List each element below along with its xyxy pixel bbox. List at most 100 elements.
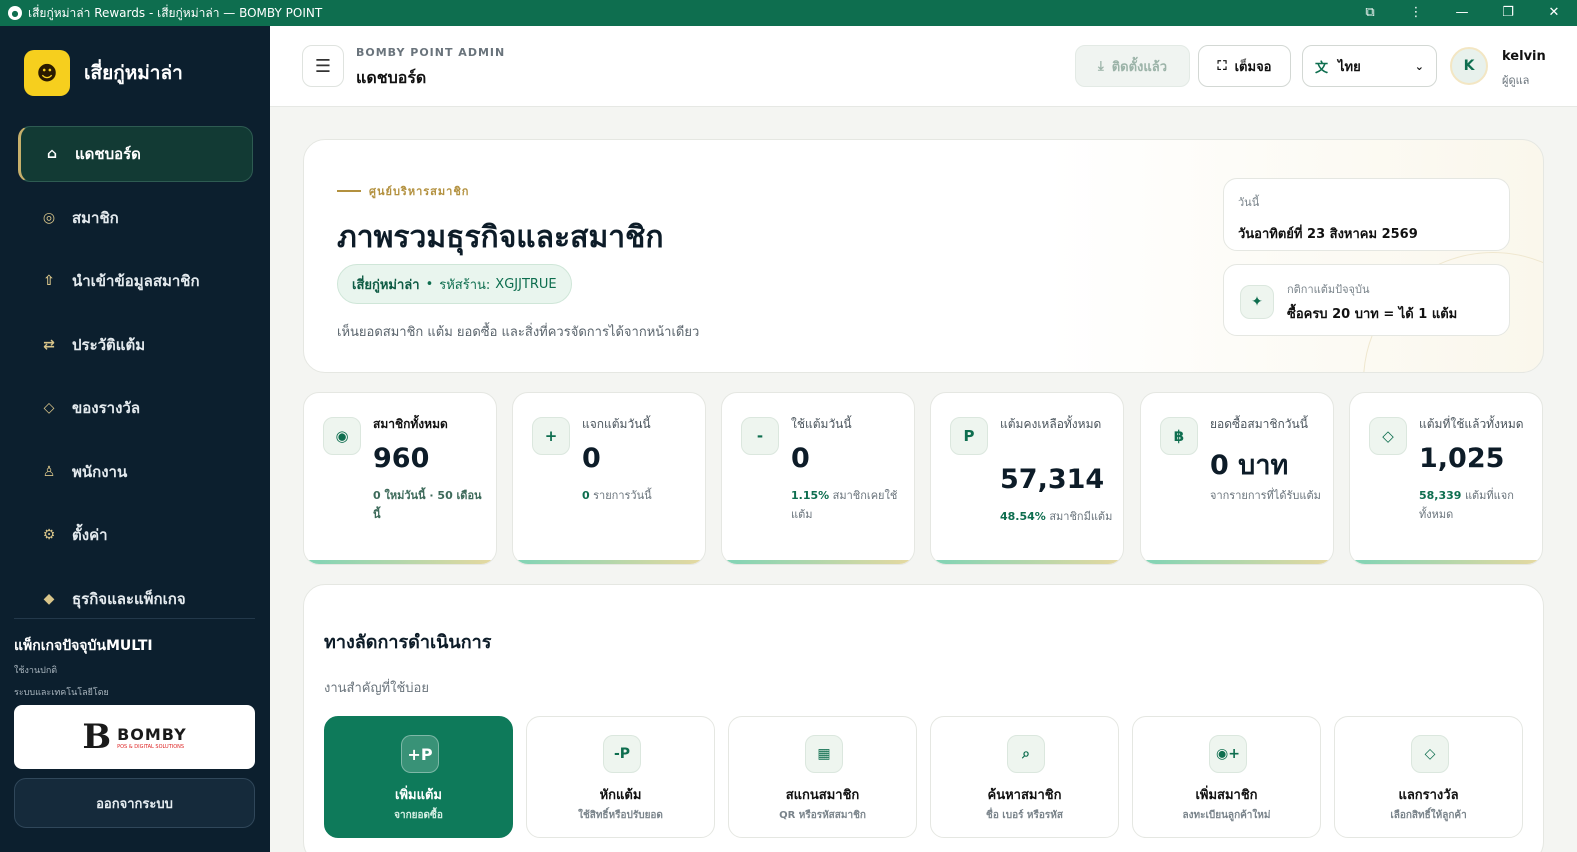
user-role: ผู้ดูแล — [1502, 74, 1530, 87]
fullscreen-button[interactable]: ⛶ เต็มจอ — [1198, 45, 1291, 87]
fullscreen-icon: ⛶ — [1217, 58, 1227, 74]
home-icon: ⌂ — [46, 146, 58, 162]
stat-note-text: รายการวันนี้ — [589, 489, 652, 502]
add-points-button[interactable]: +P เพิ่มแต้ม จากยอดซื้อ — [324, 716, 513, 838]
restore-button[interactable]: ❐ — [1485, 0, 1531, 26]
breadcrumb: BOMBY POINT ADMIN — [356, 46, 506, 59]
close-button[interactable]: ✕ — [1531, 0, 1577, 26]
stat-label: แต้มที่ใช้แล้วทั้งหมด — [1419, 417, 1524, 431]
members-icon: ◎ — [42, 209, 56, 226]
stat-card-points-balance: P แต้มคงเหลือทั้งหมด 57,314 48.54% สมาชิ… — [930, 392, 1124, 565]
tile-label: เพิ่มสมาชิก — [1195, 788, 1258, 803]
exchange-icon: ⇄ — [43, 336, 55, 353]
stat-note-strong: 48.54% — [1000, 510, 1046, 523]
tile-label: ค้นหาสมาชิก — [987, 788, 1062, 803]
page-title: แดชบอร์ด — [356, 68, 427, 87]
tile-label: สแกนสมาชิก — [785, 788, 860, 803]
redeem-reward-button[interactable]: ◇ แลกรางวัล เลือกสิทธิ์ให้ลูกค้า — [1334, 716, 1523, 838]
filled-diamond-icon: ◆ — [43, 590, 55, 607]
partner-name: BOMBY — [117, 724, 187, 744]
points-icon: P — [950, 417, 988, 455]
stat-note: 48.54% สมาชิกมีแต้ม — [1000, 507, 1115, 526]
sidebar-item-points-history[interactable]: ⇄ ประวัติแต้ม — [18, 317, 253, 373]
eyebrow-text: ศูนย์บริหารสมาชิก — [369, 185, 470, 198]
stat-card-purchases-today: ฿ ยอดซื้อสมาชิกวันนี้ 0 บาท จากรายการที่… — [1140, 392, 1334, 565]
tile-sub: ชื่อ เบอร์ หรือรหัส — [986, 810, 1063, 821]
install-button[interactable]: ⤓ ติดตั้งแล้ว — [1075, 45, 1190, 87]
tile-sub: QR หรือรหัสสมาชิก — [779, 810, 866, 821]
deduct-points-button[interactable]: -P หักแต้ม ใช้สิทธิ์หรือปรับยอด — [526, 716, 715, 838]
sidebar-item-staff[interactable]: ♙ พนักงาน — [18, 444, 253, 500]
package-info: แพ็กเกจปัจจุบันMULTI ใช้งานปกติ ระบบและเ… — [14, 618, 255, 769]
shortcuts-panel: ทางลัดการดำเนินการ งานสำคัญที่ใช้บ่อย +P… — [303, 584, 1544, 852]
sidebar-item-label: สมาชิก — [72, 208, 119, 227]
date-label: วันนี้ — [1238, 196, 1260, 209]
sidebar-item-label: นำเข้าข้อมูลสมาชิก — [72, 272, 200, 290]
window-title: เสี่ยกู่หม่าล่า Rewards - เสี่ยกู่หม่าล่… — [28, 5, 323, 20]
tile-sub: เลือกสิทธิ์ให้ลูกค้า — [1390, 810, 1467, 821]
plus-icon: + — [532, 417, 570, 455]
stat-card-points-used-today: - ใช้แต้มวันนี้ 0 1.15% สมาชิกเคยใช้แต้ม — [721, 392, 915, 565]
shortcuts-subtitle: งานสำคัญที่ใช้บ่อย — [324, 681, 429, 696]
stat-label: สมาชิกทั้งหมด — [373, 417, 448, 431]
extensions-icon[interactable]: ⧉ — [1347, 0, 1393, 26]
search-icon: ⌕ — [1007, 735, 1045, 773]
tile-sub: ลงทะเบียนลูกค้าใหม่ — [1182, 810, 1271, 821]
language-value: ไทย — [1338, 59, 1361, 75]
overview-hero: ศูนย์บริหารสมาชิก ภาพรวมธุรกิจและสมาชิก … — [303, 139, 1544, 373]
sidebar-item-label: พนักงาน — [72, 462, 128, 481]
separator: • — [425, 276, 434, 292]
hamburger-icon: ☰ — [314, 55, 332, 77]
logout-button[interactable]: ออกจากระบบ — [14, 778, 255, 828]
sidebar-item-rewards[interactable]: ◇ ของรางวัล — [18, 380, 253, 436]
points-rule-card: ✦ กติกาแต้มปัจจุบัน ซื้อครบ 20 บาท = ได้… — [1223, 264, 1510, 336]
more-options-icon[interactable]: ⋮ — [1393, 0, 1439, 26]
sidebar-item-label: ประวัติแต้ม — [72, 335, 146, 354]
minimize-button[interactable]: — — [1439, 0, 1485, 26]
rule-label: กติกาแต้มปัจจุบัน — [1287, 283, 1370, 296]
brand[interactable]: ☻ เสี่ยกู่หม่าล่า — [24, 50, 183, 96]
stat-note-text: จากรายการที่ได้รับแต้ม — [1210, 489, 1321, 502]
window-controls: ⧉ ⋮ — ❐ ✕ — [1347, 0, 1577, 26]
upload-icon: ⇧ — [43, 273, 55, 289]
search-member-button[interactable]: ⌕ ค้นหาสมาชิก ชื่อ เบอร์ หรือรหัส — [930, 716, 1119, 838]
members-icon: ◉ — [323, 417, 361, 455]
stat-note-text: สมาชิกมีแต้ม — [1045, 510, 1113, 523]
tile-label: หักแต้ม — [599, 788, 642, 803]
sidebar-item-import[interactable]: ⇧ นำเข้าข้อมูลสมาชิก — [18, 253, 253, 309]
stat-value: 57,314 — [1000, 464, 1105, 495]
deduct-points-icon: -P — [603, 735, 641, 773]
scan-member-button[interactable]: ▦ สแกนสมาชิก QR หรือรหัสสมาชิก — [728, 716, 917, 838]
sidebar-item-settings[interactable]: ⚙ ตั้งค่า — [18, 507, 253, 563]
browser-title-bar: ● เสี่ยกู่หม่าล่า Rewards - เสี่ยกู่หม่า… — [0, 0, 1577, 26]
sidebar-item-members[interactable]: ◎ สมาชิก — [18, 190, 253, 246]
partner-logo-mark: B — [82, 717, 112, 757]
date-value: วันอาทิตย์ที่ 23 สิงหาคม 2569 — [1238, 227, 1418, 242]
partner-logo[interactable]: B BOMBY POS & DIGITAL SOLUTIONS — [14, 705, 255, 769]
download-icon: ⤓ — [1097, 58, 1104, 74]
user-name: kelvin — [1502, 49, 1546, 64]
stat-note-strong: 58,339 — [1419, 489, 1462, 502]
sidebar-item-dashboard[interactable]: ⌂ แดชบอร์ด — [18, 126, 253, 182]
stat-label: แจกแต้มวันนี้ — [582, 417, 651, 431]
hero-title: ภาพรวมธุรกิจและสมาชิก — [337, 220, 664, 255]
avatar[interactable]: K — [1450, 47, 1488, 85]
chevron-down-icon: ⌄ — [1414, 59, 1424, 73]
language-select[interactable]: 文 ไทย ⌄ — [1302, 45, 1437, 87]
stat-note: 1.15% สมาชิกเคยใช้แต้ม — [791, 486, 906, 524]
stat-value: 0 — [791, 443, 810, 474]
eyebrow-line — [337, 190, 361, 192]
partner-wordmark: BOMBY POS & DIGITAL SOLUTIONS — [117, 725, 187, 750]
menu-toggle-button[interactable]: ☰ — [302, 45, 344, 87]
gear-icon: ⚙ — [42, 527, 56, 543]
shop-badge: เสี่ยกู่หม่าล่า • รหัสร้าน: XGJJTRUE — [337, 264, 572, 304]
powered-by-label: ระบบและเทคโนโลยีโดย — [14, 688, 109, 698]
tile-label: แลกรางวัล — [1398, 788, 1459, 803]
stat-note: 0 ใหม่วันนี้ · 50 เดือนนี้ — [373, 486, 488, 524]
stat-card-points-given-today: + แจกแต้มวันนี้ 0 0 รายการวันนี้ — [512, 392, 706, 565]
add-member-button[interactable]: ◉+ เพิ่มสมาชิก ลงทะเบียนลูกค้าใหม่ — [1132, 716, 1321, 838]
sidebar-item-label: แดชบอร์ด — [75, 145, 141, 163]
sidebar-item-label: ของรางวัล — [72, 399, 141, 417]
stat-value: 0 บาท — [1210, 450, 1289, 481]
tile-label: เพิ่มแต้ม — [395, 788, 442, 803]
